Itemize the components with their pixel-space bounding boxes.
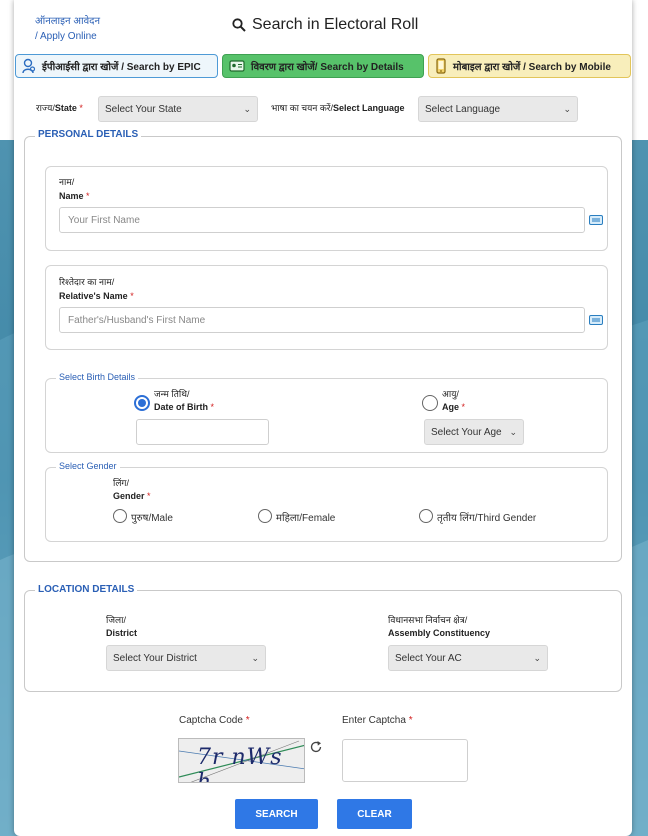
apply-online-english: / Apply Online xyxy=(35,31,97,42)
keyboard-icon[interactable] xyxy=(589,215,603,225)
state-label: राज्य/State * xyxy=(36,101,83,114)
ac-select-value: Select Your AC xyxy=(395,652,462,664)
gender-legend: Select Gender xyxy=(56,461,120,471)
enter-captcha-label-text: Enter Captcha xyxy=(342,715,406,726)
relative-label-english: Relative's Name xyxy=(59,291,128,301)
required-mark: * xyxy=(210,402,215,412)
id-card-icon xyxy=(229,60,245,72)
captcha-code-label-text: Captcha Code xyxy=(179,715,243,726)
chevron-down-icon: ⌄ xyxy=(243,103,251,114)
required-mark: * xyxy=(86,191,90,201)
required-mark: * xyxy=(408,715,413,726)
captcha-code-label: Captcha Code * xyxy=(179,715,250,726)
gender-male-radio[interactable] xyxy=(113,509,127,523)
age-select-value: Select Your Age xyxy=(431,426,502,438)
state-select-value: Select Your State xyxy=(105,103,182,115)
gender-label-hindi: लिंग/ xyxy=(113,478,130,488)
age-radio[interactable] xyxy=(422,395,438,411)
gender-female-radio[interactable] xyxy=(258,509,272,523)
required-mark: * xyxy=(245,715,250,726)
gender-female-label: महिला/Female xyxy=(276,513,336,524)
required-mark: * xyxy=(147,491,151,501)
required-mark: * xyxy=(461,402,466,412)
age-select[interactable]: Select Your Age ⌄ xyxy=(424,419,524,445)
tab-search-by-details[interactable]: विवरण द्वारा खोजें/ Search by Details xyxy=(222,54,424,78)
dob-input[interactable] xyxy=(136,419,269,445)
page-title-text: Search in Electoral Roll xyxy=(252,16,419,33)
language-select-value: Select Language xyxy=(425,103,501,115)
dob-label: जन्म तिथि/ Date of Birth * xyxy=(154,388,214,414)
language-label: भाषा का चयन करें/Select Language xyxy=(271,101,405,114)
location-details-legend: LOCATION DETAILS xyxy=(35,584,138,595)
gender-third-label: तृतीय लिंग/Third Gender xyxy=(437,513,537,524)
gender-label: लिंग/ Gender * xyxy=(113,477,151,503)
captcha-image: 7r nWs h xyxy=(178,738,305,783)
gender-third-radio[interactable] xyxy=(419,509,433,523)
relative-name-placeholder: Father's/Husband's First Name xyxy=(68,314,206,326)
refresh-icon[interactable] xyxy=(309,740,323,754)
location-details-section xyxy=(24,590,622,692)
name-label: नाम/ Name * xyxy=(59,175,90,203)
ac-label-hindi: विधानसभा निर्वाचन क्षेत्र/ xyxy=(388,615,468,625)
tab-epic-label: ईपीआईसी द्वारा खोजें / Search by EPIC xyxy=(42,62,201,73)
keyboard-icon[interactable] xyxy=(589,315,603,325)
dob-label-english: Date of Birth xyxy=(154,402,208,412)
required-mark: * xyxy=(79,103,83,113)
name-label-hindi: नाम/ xyxy=(59,177,75,187)
relative-name-label: रिश्तेदार का नाम/ Relative's Name * xyxy=(59,275,134,303)
dob-radio[interactable] xyxy=(134,395,150,411)
state-label-hindi: राज्य/ xyxy=(36,103,55,113)
chevron-down-icon: ⌄ xyxy=(563,103,571,114)
search-card: ऑनलाइन आवेदन / Apply Online Search in El… xyxy=(14,0,632,836)
required-mark: * xyxy=(130,291,134,301)
enter-captcha-label: Enter Captcha * xyxy=(342,715,413,726)
district-select-value: Select Your District xyxy=(113,652,197,664)
district-select[interactable]: Select Your District ⌄ xyxy=(106,645,266,671)
search-button[interactable]: SEARCH xyxy=(235,799,318,829)
page-title: Search in Electoral Roll xyxy=(232,16,418,34)
age-label: आयु/ Age * xyxy=(442,388,465,414)
age-label-english: Age xyxy=(442,402,460,412)
apply-online-hindi: ऑनलाइन आवेदन xyxy=(35,16,101,27)
personal-details-legend: PERSONAL DETAILS xyxy=(35,129,142,140)
language-select[interactable]: Select Language ⌄ xyxy=(418,96,578,122)
user-search-icon xyxy=(22,58,36,74)
relative-label-hindi: रिश्तेदार का नाम/ xyxy=(59,277,115,287)
search-tabs: ईपीआईसी द्वारा खोजें / Search by EPIC वि… xyxy=(15,54,631,78)
name-placeholder: Your First Name xyxy=(68,214,140,226)
state-select[interactable]: Select Your State ⌄ xyxy=(98,96,258,122)
state-label-english: State xyxy=(54,103,77,113)
chevron-down-icon: ⌄ xyxy=(509,426,517,437)
ac-label-english: Assembly Constituency xyxy=(388,628,491,638)
chevron-down-icon: ⌄ xyxy=(251,652,259,663)
name-input[interactable]: Your First Name xyxy=(59,207,585,233)
birth-details-legend: Select Birth Details xyxy=(56,372,139,382)
name-label-english: Name xyxy=(59,191,84,201)
district-label-hindi: जिला/ xyxy=(106,615,126,625)
search-icon xyxy=(232,18,246,32)
gender-label-english: Gender xyxy=(113,491,145,501)
ac-select[interactable]: Select Your AC ⌄ xyxy=(388,645,548,671)
tab-details-label: विवरण द्वारा खोजें/ Search by Details xyxy=(251,62,404,73)
language-label-hindi: भाषा का चयन करें/ xyxy=(271,103,333,113)
language-label-english: Select Language xyxy=(332,103,405,113)
tab-search-by-epic[interactable]: ईपीआईसी द्वारा खोजें / Search by EPIC xyxy=(15,54,218,78)
age-label-hindi: आयु/ xyxy=(442,389,459,399)
dob-label-hindi: जन्म तिथि/ xyxy=(154,389,190,399)
gender-male-label: पुरुष/Male xyxy=(131,513,173,524)
relative-name-input[interactable]: Father's/Husband's First Name xyxy=(59,307,585,333)
captcha-text: 7r nWs h xyxy=(197,745,283,783)
ac-label: विधानसभा निर्वाचन क्षेत्र/ Assembly Cons… xyxy=(388,614,490,640)
clear-button[interactable]: CLEAR xyxy=(337,799,412,829)
tab-mobile-label: मोबाइल द्वारा खोजें / Search by Mobile xyxy=(453,62,611,73)
mobile-icon xyxy=(436,58,446,74)
apply-online-link[interactable]: ऑनलाइन आवेदन / Apply Online xyxy=(35,14,100,44)
tab-search-by-mobile[interactable]: मोबाइल द्वारा खोजें / Search by Mobile xyxy=(428,54,631,78)
district-label-english: District xyxy=(106,628,138,638)
captcha-input[interactable] xyxy=(342,739,468,782)
chevron-down-icon: ⌄ xyxy=(533,652,541,663)
district-label: जिला/ District xyxy=(106,614,137,640)
